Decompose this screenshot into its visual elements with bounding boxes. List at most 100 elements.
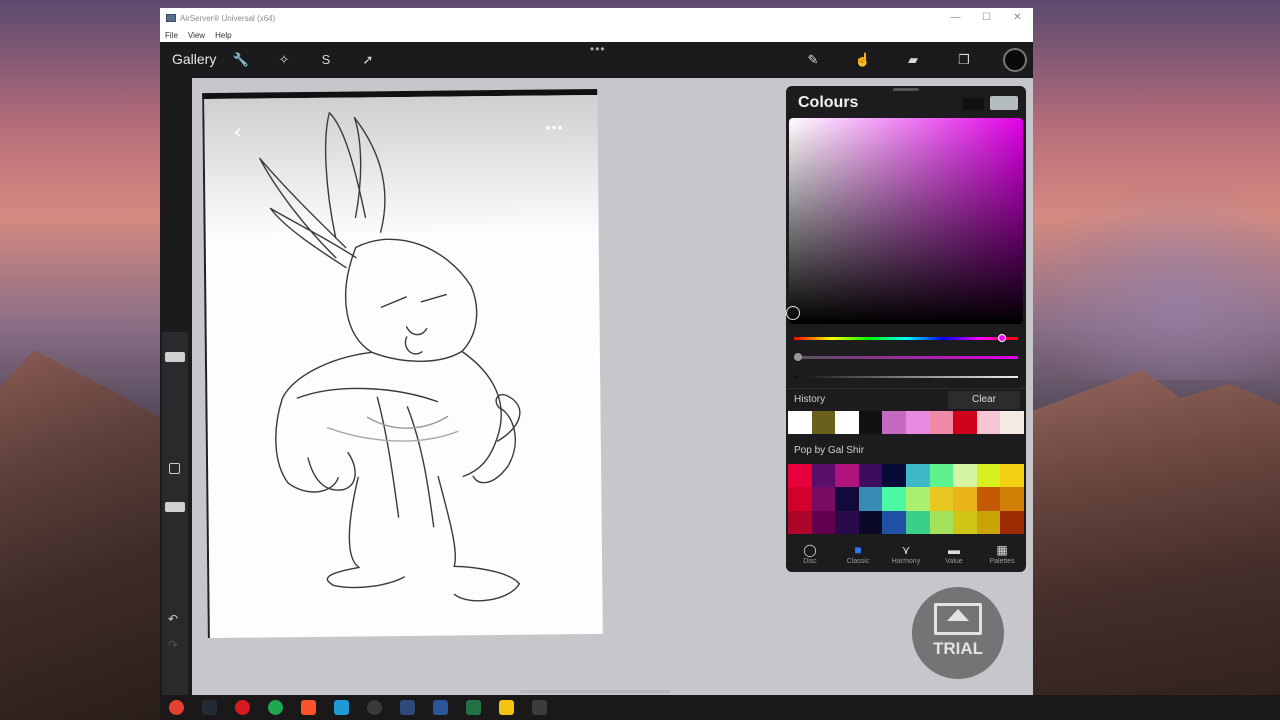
saturation-slider[interactable] [794,356,1018,359]
minimize-icon[interactable]: — [940,8,971,28]
palette-swatch[interactable] [882,487,906,511]
hue-slider-knob[interactable] [998,334,1006,342]
panel-grabber[interactable] [893,88,919,91]
palette-swatch[interactable] [976,510,1001,534]
arrow-cursor-icon[interactable]: ➚ [359,51,377,69]
taskbar-app-blue-icon[interactable] [325,695,358,720]
history-swatch[interactable] [953,411,977,434]
divider [786,388,1026,389]
palette-swatch[interactable] [929,487,954,511]
opacity-slider[interactable] [165,502,185,512]
smudge-icon[interactable]: ☝ [854,51,872,69]
taskbar-window-app-icon[interactable] [523,695,556,720]
palette-swatch[interactable] [953,510,977,534]
eyedropper-square-icon[interactable] [169,463,180,474]
palette-swatch[interactable] [788,464,812,488]
palette-swatch[interactable] [835,464,859,488]
taskbar-terminal-icon[interactable] [193,695,226,720]
palette-swatch[interactable] [882,510,906,534]
layers-icon[interactable]: ❐ [955,51,973,69]
sidebar-slider-panel: ↶ ↷ [162,332,188,712]
window-app-icon [532,700,547,715]
saturation-slider-knob[interactable] [794,353,802,361]
history-swatch[interactable] [905,411,930,434]
taskbar-sticky-notes-icon[interactable] [490,695,523,720]
palette-swatch[interactable] [906,464,930,488]
brush-icon[interactable]: ✎ [804,51,822,69]
color-picker-cursor[interactable] [786,306,800,320]
hue-slider[interactable] [794,337,1018,340]
tab-value[interactable]: ▬ Value [930,538,978,572]
history-swatch[interactable] [882,411,906,434]
history-swatch[interactable] [976,411,1001,434]
tab-classic[interactable]: ■ Classic [834,538,882,572]
maximize-icon[interactable]: ☐ [971,8,1002,28]
taskbar-opera-icon[interactable] [226,695,259,720]
brightness-slider[interactable] [794,376,1018,378]
menu-help[interactable]: Help [215,31,231,40]
drawing-canvas[interactable]: ‹ ••• [202,88,603,639]
palette-swatch[interactable] [835,510,859,534]
taskbar-upwork-icon[interactable] [259,695,292,720]
brush-size-slider[interactable] [165,352,185,362]
harmony-icon: ⋎ [901,543,911,557]
close-icon[interactable]: ✕ [1002,8,1033,28]
palette-swatch[interactable] [953,487,977,511]
tab-disc[interactable]: ◯ Disc [786,538,834,572]
palette-swatch[interactable] [858,487,883,511]
palette-swatch[interactable] [811,510,836,534]
active-color-button[interactable] [1003,48,1027,72]
history-swatch[interactable] [788,411,812,434]
clear-history-button[interactable]: Clear [948,391,1020,409]
taskbar-brave-icon[interactable] [292,695,325,720]
current-color-swatch[interactable] [990,96,1018,110]
palette-swatch[interactable] [882,464,906,488]
tab-palettes[interactable]: ▦ Palettes [978,538,1026,572]
palette-swatch[interactable] [788,487,812,511]
palette-swatch[interactable] [1000,510,1024,534]
taskbar-obs-icon[interactable] [358,695,391,720]
undo-icon[interactable]: ↶ [168,612,178,626]
palette-swatch[interactable] [976,487,1001,511]
palette-swatch[interactable] [858,510,883,534]
wrench-icon[interactable]: 🔧 [232,51,250,69]
previous-color-swatch[interactable] [962,98,984,110]
taskbar-app-dark-icon[interactable] [391,695,424,720]
palette-swatch[interactable] [858,464,883,488]
palette-swatch[interactable] [929,510,954,534]
app-dark-icon [400,700,415,715]
history-swatch[interactable] [929,411,954,434]
history-swatch[interactable] [1000,411,1024,434]
palette-swatch[interactable] [906,487,930,511]
obs-icon [367,700,382,715]
redo-icon[interactable]: ↷ [168,638,178,652]
taskbar-chrome-icon[interactable] [160,695,193,720]
saturation-brightness-picker[interactable] [789,118,1023,324]
palette-swatch[interactable] [906,510,930,534]
palette-swatch[interactable] [788,510,812,534]
tab-harmony[interactable]: ⋎ Harmony [882,538,930,572]
palette-swatch[interactable] [811,487,836,511]
palette-swatch[interactable] [835,487,859,511]
history-swatch[interactable] [835,411,859,434]
eraser-icon[interactable]: ▰ [904,51,922,69]
taskbar-excel-icon[interactable] [457,695,490,720]
colours-panel: Colours History Clear Pop by Gal Shir ◯ D… [786,86,1026,572]
drag-handle-dots[interactable]: ••• [590,42,606,56]
word-doc-icon [433,700,448,715]
palette-swatch[interactable] [929,464,954,488]
history-swatch[interactable] [858,411,883,434]
palette-swatch[interactable] [953,464,977,488]
menu-view[interactable]: View [188,31,205,40]
palette-swatch[interactable] [1000,464,1024,488]
magic-wand-icon[interactable]: ✧ [275,51,293,69]
palette-swatch[interactable] [811,464,836,488]
menu-file[interactable]: File [165,31,178,40]
trial-badge[interactable]: TRIAL [912,587,1004,679]
palette-swatch[interactable] [1000,487,1024,511]
taskbar-word-doc-icon[interactable] [424,695,457,720]
history-swatch[interactable] [811,411,836,434]
palette-swatch[interactable] [976,464,1001,488]
selection-s-icon[interactable]: S [317,51,335,69]
gallery-button[interactable]: Gallery [172,51,216,67]
